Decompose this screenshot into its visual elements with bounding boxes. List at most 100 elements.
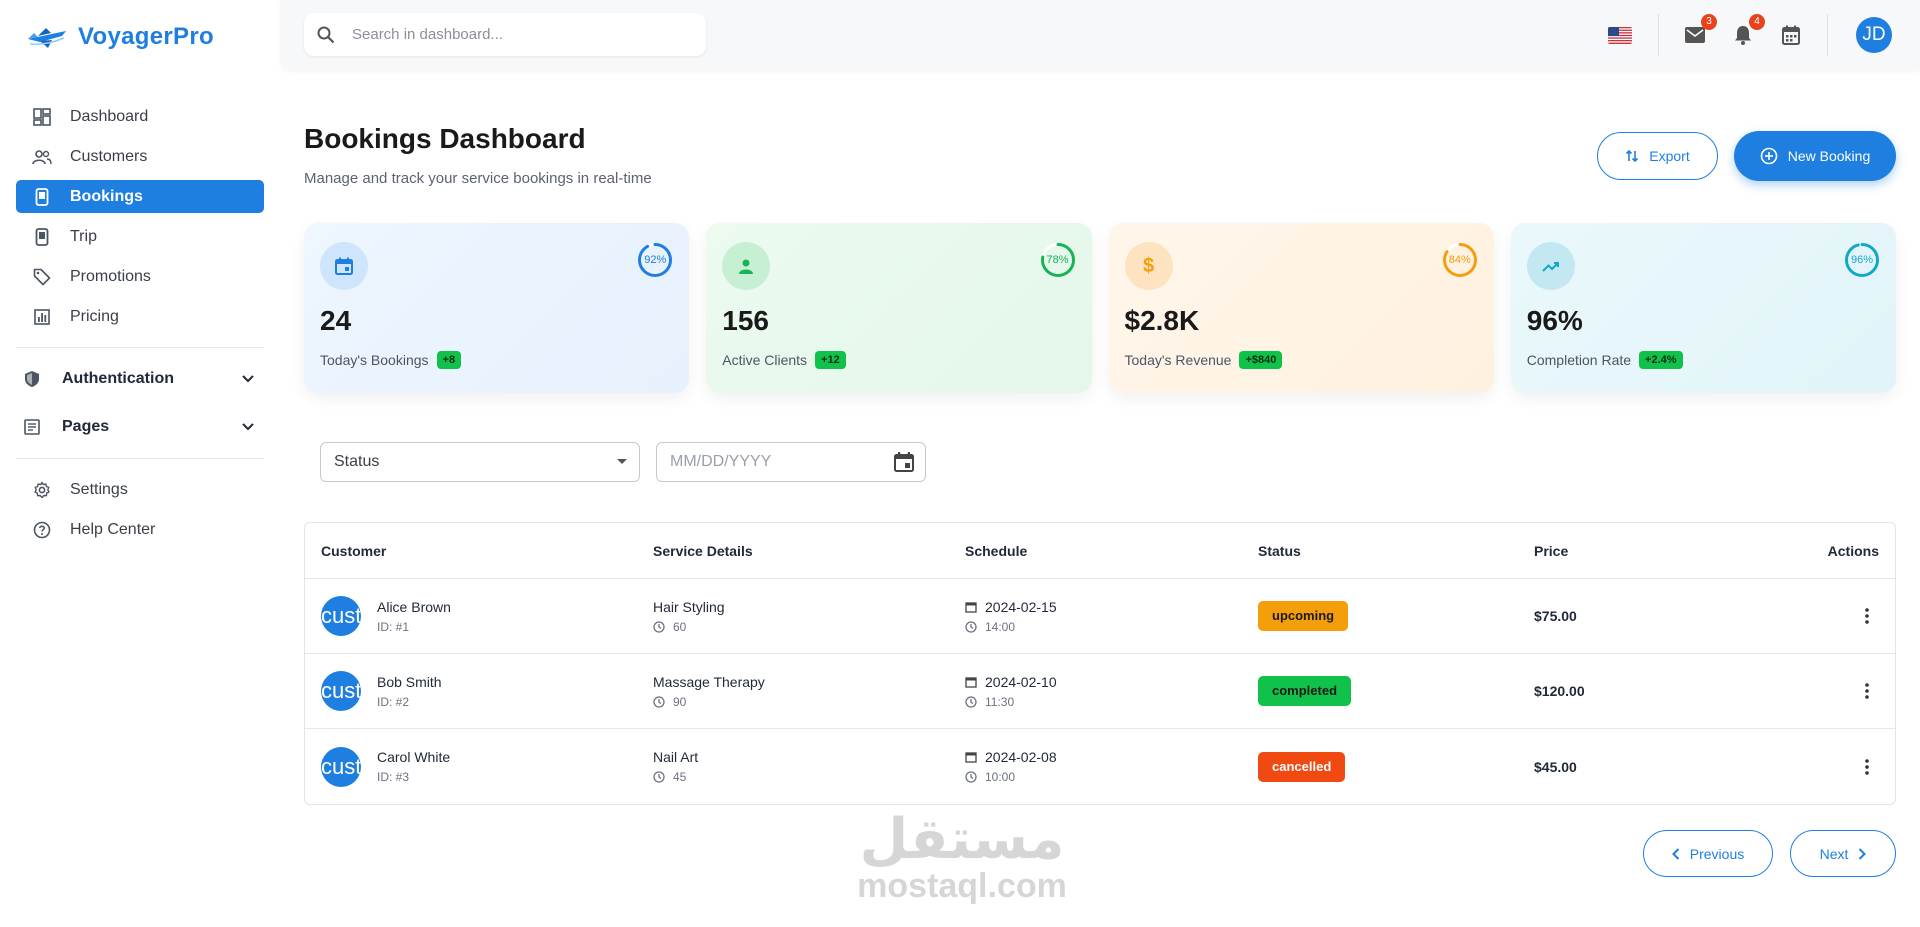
column-header-customer[interactable]: Customer: [305, 543, 653, 559]
sidebar-item-dashboard[interactable]: Dashboard: [16, 100, 264, 133]
sidebar-item-bookings[interactable]: Bookings: [16, 180, 264, 213]
price-cell: $75.00: [1534, 608, 1577, 624]
people-icon: [32, 147, 52, 167]
watermark-arabic: مستقل: [859, 807, 1065, 872]
status-badge: cancelled: [1258, 751, 1346, 782]
bell-icon: [1735, 26, 1751, 45]
date-input[interactable]: MM/DD/YYYY: [656, 442, 926, 482]
stat-delta-badge: +2.4%: [1639, 351, 1683, 369]
schedule-cell: 2024-02-15 14:00: [965, 599, 1258, 634]
chevron-down-icon: [242, 371, 258, 387]
service-duration: 45: [673, 770, 687, 784]
stat-label-row: Completion Rate +2.4%: [1527, 351, 1683, 369]
sidebar-item-customers[interactable]: Customers: [16, 140, 264, 173]
trending-up-icon: [1526, 242, 1575, 290]
clock-icon: [965, 620, 977, 633]
more-vert-icon[interactable]: [1855, 755, 1879, 779]
sidebar-item-promotions[interactable]: Promotions: [16, 260, 264, 293]
clock-icon: [653, 620, 665, 633]
calendar-icon: [965, 752, 977, 763]
search-box[interactable]: [304, 13, 706, 56]
export-button[interactable]: Export: [1597, 132, 1718, 180]
sidebar: VoyagerPro Dashboard Customers Bookings: [0, 0, 280, 927]
column-header-schedule[interactable]: Schedule: [965, 543, 1258, 559]
stat-label-row: Today's Revenue +$840: [1125, 351, 1283, 369]
schedule-date: 2024-02-10: [985, 673, 1057, 690]
column-header-status[interactable]: Status: [1258, 543, 1534, 559]
table-row[interactable]: custo Carol White ID: #3 Nail Art 45 202…: [305, 729, 1895, 804]
search-icon: [317, 26, 335, 43]
progress-percent: 84%: [1448, 254, 1471, 266]
schedule-time: 10:00: [985, 770, 1016, 784]
more-vert-icon[interactable]: [1855, 604, 1879, 628]
mail-button[interactable]: 3: [1683, 14, 1717, 47]
sidebar-group-pages[interactable]: Pages: [16, 410, 264, 444]
sidebar-item-label: Trip: [70, 227, 97, 245]
export-label: Export: [1649, 148, 1690, 164]
dollar-icon: $: [1124, 242, 1173, 290]
stat-card-revenue[interactable]: $ 84% $2.8K Today's Revenue +$840: [1108, 223, 1494, 393]
bar-chart-icon: [32, 307, 52, 327]
customer-name: Carol White: [377, 749, 451, 765]
sidebar-item-label: Help Center: [70, 520, 156, 538]
column-header-price[interactable]: Price: [1534, 543, 1784, 559]
stat-card-clients[interactable]: 78% 156 Active Clients +12: [706, 223, 1092, 393]
notifications-button[interactable]: 4: [1731, 14, 1765, 47]
swap-vertical-icon: [1626, 149, 1639, 163]
sidebar-group-label: Authentication: [62, 370, 174, 387]
topbar: 3 4 JD: [280, 0, 1920, 70]
new-booking-button[interactable]: New Booking: [1734, 131, 1896, 181]
brand[interactable]: VoyagerPro: [26, 22, 214, 52]
actions-cell: [1784, 755, 1895, 779]
search-input[interactable]: [352, 26, 672, 43]
stat-label: Today's Bookings: [320, 352, 429, 368]
column-header-service[interactable]: Service Details: [653, 543, 965, 559]
stat-value: 96%: [1526, 305, 1583, 336]
sidebar-item-pricing[interactable]: Pricing: [16, 300, 264, 333]
next-button[interactable]: Next: [1790, 830, 1896, 877]
sidebar-group-authentication[interactable]: Authentication: [16, 362, 264, 396]
calendar-icon: [320, 242, 368, 290]
stat-label: Active Clients: [722, 352, 808, 368]
sidebar-item-settings[interactable]: Settings: [16, 473, 264, 506]
stat-label: Completion Rate: [1526, 352, 1632, 368]
chevron-down-icon: [242, 419, 258, 435]
customer-id: ID: #1: [377, 619, 410, 634]
status-select[interactable]: Status: [320, 442, 640, 482]
status-cell: completed: [1258, 676, 1534, 706]
us-flag-icon[interactable]: [1608, 26, 1632, 44]
watermark-latin: mostaql.com: [857, 867, 1067, 905]
sidebar-item-trip[interactable]: Trip: [16, 220, 264, 253]
schedule-cell: 2024-02-08 10:00: [965, 749, 1258, 784]
calendar-button[interactable]: [1779, 23, 1803, 47]
table-row[interactable]: custo Alice Brown ID: #1 Hair Styling 60…: [305, 579, 1895, 654]
customer-cell: custo Alice Brown ID: #1: [305, 596, 653, 636]
gear-icon: [32, 480, 52, 500]
sidebar-group-label: Pages: [62, 418, 110, 435]
calendar-icon[interactable]: [893, 451, 915, 473]
user-avatar[interactable]: JD: [1856, 17, 1892, 53]
status-badge: upcoming: [1258, 601, 1349, 631]
sidebar-item-label: Promotions: [70, 267, 151, 285]
actions-cell: [1784, 679, 1895, 703]
clock-icon: [653, 695, 665, 708]
chevron-left-icon: [1671, 847, 1679, 860]
status-badge: completed: [1258, 676, 1352, 706]
help-icon: [32, 520, 52, 540]
stat-card-completion[interactable]: 96% 96% Completion Rate +2.4%: [1510, 223, 1896, 393]
sidebar-item-help-center[interactable]: Help Center: [16, 513, 264, 546]
watermark: مستقل mostaql.com: [842, 807, 1082, 905]
service-cell: Massage Therapy 90: [653, 674, 965, 709]
stat-card-bookings[interactable]: 92% 24 Today's Bookings +8: [304, 223, 690, 393]
person-icon: [722, 242, 771, 290]
avatar: custo: [321, 671, 361, 711]
table-row[interactable]: custo Bob Smith ID: #2 Massage Therapy 9…: [305, 654, 1895, 729]
chevron-right-icon: [1859, 847, 1867, 860]
more-vert-icon[interactable]: [1855, 679, 1879, 703]
service-duration: 60: [673, 619, 687, 634]
schedule-date: 2024-02-08: [985, 749, 1057, 765]
schedule-cell: 2024-02-10 11:30: [965, 674, 1258, 709]
price-cell: $120.00: [1534, 683, 1585, 699]
device-icon: [32, 187, 52, 207]
previous-button[interactable]: Previous: [1643, 830, 1773, 877]
